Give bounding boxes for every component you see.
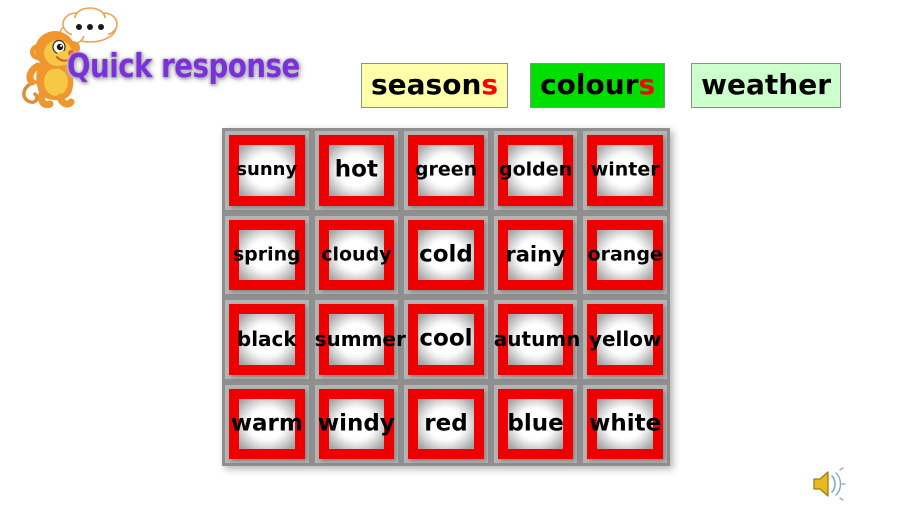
word-cell-summer[interactable]: summer [311, 297, 406, 382]
word-cell-blue[interactable]: blue [490, 381, 581, 466]
word-cell-orange[interactable]: orange [580, 212, 670, 297]
cell-inner-plate [597, 145, 653, 196]
category-label-weather-head: weather [701, 68, 832, 101]
word-cell-sunny[interactable]: sunny [222, 128, 312, 213]
cell-inner-plate [328, 314, 385, 365]
word-cell-hot[interactable]: hot [311, 128, 402, 213]
cell-inner-plate [597, 314, 653, 365]
word-cell-winter[interactable]: winter [580, 128, 670, 213]
cell-red-frame [408, 219, 484, 290]
cell-red-frame [587, 219, 663, 290]
cell-inner-plate [507, 145, 564, 196]
cell-red-frame [497, 219, 574, 290]
category-label-colours-tail: s [638, 68, 656, 101]
cell-inner-plate [597, 398, 653, 449]
cell-inner-plate [418, 145, 474, 196]
cell-inner-plate [418, 229, 474, 280]
category-button-seasons[interactable]: seasons [361, 63, 509, 108]
cell-red-frame [229, 304, 305, 375]
cell-inner-plate [507, 229, 564, 280]
word-cell-autumn[interactable]: autumn [490, 297, 580, 382]
word-cell-white[interactable]: white [580, 381, 670, 466]
cell-red-frame [318, 304, 395, 375]
word-cell-warm[interactable]: warm [222, 381, 312, 466]
speaker-icon[interactable] [811, 467, 847, 501]
cell-inner-plate [328, 229, 385, 280]
cell-red-frame [318, 388, 395, 459]
category-button-colours[interactable]: colours [530, 63, 666, 108]
category-label-seasons-head: season [371, 68, 482, 101]
word-cell-cloudy[interactable]: cloudy [311, 212, 402, 297]
cell-red-frame [229, 135, 305, 206]
cell-inner-plate [239, 398, 295, 449]
cell-red-frame [587, 304, 663, 375]
cell-red-frame [497, 304, 574, 375]
category-label-colours-head: colour [540, 68, 639, 101]
word-cell-golden[interactable]: golden [490, 128, 581, 213]
word-cell-windy[interactable]: windy [311, 381, 402, 466]
word-cell-yellow[interactable]: yellow [580, 297, 670, 382]
word-cell-rainy[interactable]: rainy [490, 212, 581, 297]
category-label-seasons-tail: s [481, 68, 499, 101]
word-cell-spring[interactable]: spring [222, 212, 312, 297]
cell-inner-plate [239, 314, 295, 365]
word-cell-green[interactable]: green [401, 128, 491, 213]
word-cell-red[interactable]: red [401, 381, 491, 466]
cell-inner-plate [328, 145, 385, 196]
word-cell-black[interactable]: black [222, 297, 312, 382]
cell-red-frame [229, 388, 305, 459]
cell-inner-plate [239, 229, 295, 280]
cell-inner-plate [507, 398, 564, 449]
cell-inner-plate [418, 398, 474, 449]
cell-inner-plate [418, 314, 474, 365]
title-block: Quick response [14, 4, 300, 114]
cell-red-frame [408, 135, 484, 206]
category-button-weather[interactable]: weather [691, 63, 842, 108]
cell-inner-plate [239, 145, 295, 196]
cell-inner-plate [328, 398, 385, 449]
word-cell-cold[interactable]: cold [401, 212, 491, 297]
cell-red-frame [318, 135, 395, 206]
cell-red-frame [587, 388, 663, 459]
cell-inner-plate [507, 314, 564, 365]
cell-red-frame [408, 304, 484, 375]
category-button-row: seasons colours weather [361, 63, 842, 108]
cell-red-frame [229, 219, 305, 290]
cell-red-frame [497, 388, 574, 459]
cell-red-frame [318, 219, 395, 290]
page-title: Quick response [67, 46, 300, 85]
cell-red-frame [497, 135, 574, 206]
word-cell-cool[interactable]: cool [401, 297, 491, 382]
cell-red-frame [587, 135, 663, 206]
cell-red-frame [408, 388, 484, 459]
cell-inner-plate [597, 229, 653, 280]
word-grid: sunny hot green golden winter spring cloudy col… [222, 128, 670, 466]
